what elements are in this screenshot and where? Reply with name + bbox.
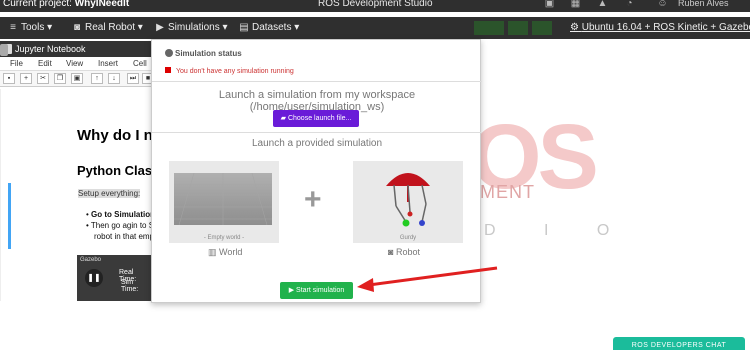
play-icon: ▶ bbox=[156, 22, 164, 33]
save-icon[interactable]: ▣ bbox=[544, 0, 555, 9]
tools-icon: ≡ bbox=[10, 22, 16, 33]
jupyter-menu-edit[interactable]: Edit bbox=[38, 59, 52, 68]
jupyter-toolbar: ▪ + ✂ ❐ ▣ ↑ ↓ ⏭ ■ bbox=[0, 71, 154, 87]
current-project: Current project: WhyINeedIt bbox=[3, 0, 129, 9]
status-indicators bbox=[474, 21, 552, 35]
run-icon[interactable]: ⏭ bbox=[127, 73, 139, 84]
gurdy-robot-image bbox=[386, 173, 430, 227]
ros-developers-chat-button[interactable]: ROS DEVELOPERS CHAT bbox=[613, 337, 745, 350]
robot-icon: ◙ bbox=[388, 247, 394, 257]
pause-icon[interactable]: ❚❚ bbox=[85, 269, 103, 287]
ros-logo-letters: D I O bbox=[484, 222, 632, 239]
gazebo-title: Gazebo bbox=[80, 257, 102, 263]
grid-icon[interactable]: ▦ bbox=[570, 0, 581, 9]
real-robot-menu[interactable]: ◙ Real Robot ▾ bbox=[72, 22, 143, 33]
simulation-status-heading: Simulation status bbox=[165, 49, 242, 58]
school-icon[interactable]: ▲ bbox=[597, 0, 608, 9]
setup-text: Setup everything: bbox=[78, 189, 141, 198]
jupyter-window: Jupyter Notebook File Edit View Insert C… bbox=[0, 41, 161, 301]
jupyter-menu-file[interactable]: File bbox=[10, 59, 23, 68]
clock-icon[interactable]: ◔ bbox=[624, 0, 635, 9]
start-simulation-button[interactable]: ▶ Start simulation bbox=[280, 282, 353, 299]
world-card[interactable]: - Empty world - bbox=[169, 161, 279, 243]
folder-icon: ▰ bbox=[280, 115, 286, 122]
avatar[interactable]: ☺ bbox=[657, 0, 668, 9]
robot-icon: ◙ bbox=[73, 22, 81, 33]
cut-icon[interactable]: ✂ bbox=[37, 73, 49, 84]
jupyter-menu-view[interactable]: View bbox=[66, 59, 83, 68]
sim-time-label: Sim Time: bbox=[121, 279, 139, 293]
play-circle-icon bbox=[165, 49, 173, 57]
empty-world-preview bbox=[174, 172, 272, 226]
datasets-menu[interactable]: ▤ Datasets ▾ bbox=[239, 22, 299, 33]
jupyter-menu-insert[interactable]: Insert bbox=[98, 59, 118, 68]
studio-title: ROS Development Studio bbox=[318, 0, 433, 9]
jupyter-menu-cell[interactable]: Cell bbox=[133, 59, 147, 68]
world-card-caption: - Empty world - bbox=[203, 235, 245, 241]
play-icon: ▶ bbox=[288, 287, 295, 294]
bullet-2-cont: robot in that emp bbox=[94, 232, 155, 241]
divider bbox=[152, 81, 482, 82]
divider bbox=[152, 132, 482, 133]
robot-card[interactable]: Gurdy bbox=[353, 161, 463, 243]
jupyter-menu: File Edit View Insert Cell bbox=[0, 57, 151, 71]
world-label: ▥ World bbox=[208, 247, 243, 257]
choose-launch-file-button[interactable]: ▰ Choose launch file... bbox=[273, 110, 359, 127]
simulation-dropdown-panel: Simulation status You don't have any sim… bbox=[151, 39, 482, 303]
simulations-menu[interactable]: ▶ Simulations ▾ bbox=[155, 22, 227, 33]
robot-label: ◙ Robot bbox=[388, 247, 420, 257]
datasets-icon: ▤ bbox=[239, 22, 249, 33]
save-notebook-icon[interactable]: ▪ bbox=[3, 73, 15, 84]
bullet-1: • Go to Simulation bbox=[86, 210, 156, 219]
stop-square-icon bbox=[165, 67, 171, 73]
paste-icon[interactable]: ▣ bbox=[71, 73, 83, 84]
move-up-icon[interactable]: ↑ bbox=[91, 73, 103, 84]
red-arrow-annotation bbox=[357, 266, 498, 292]
notebook-heading: Why do I ne bbox=[77, 127, 162, 144]
drag-handle[interactable] bbox=[0, 44, 8, 56]
notebook-subheading: Python Class bbox=[77, 163, 160, 178]
project-name: WhyINeedIt bbox=[74, 0, 130, 9]
simulation-status-message: You don't have any simulation running bbox=[165, 67, 294, 75]
gazebo-video[interactable]: Gazebo ❚❚ Real Time: Sim Time: bbox=[77, 255, 152, 301]
ros-version-link[interactable]: ⚙ Ubuntu 16.04 + ROS Kinetic + Gazebo 7 bbox=[570, 22, 750, 33]
menu-bar: ≡ Tools ▾ ◙ Real Robot ▾ ▶ Simulations ▾ ▤ D… bbox=[0, 17, 750, 39]
map-icon: ▥ bbox=[208, 247, 217, 257]
plus-icon: + bbox=[304, 183, 322, 216]
launch-provided-text: Launch a provided simulation bbox=[251, 138, 383, 149]
settings-icon: ⚙ bbox=[570, 22, 579, 33]
bullet-2: • Then go agin to S bbox=[86, 221, 155, 230]
add-cell-icon[interactable]: + bbox=[20, 73, 32, 84]
top-header: Current project: WhyINeedIt ROS Developm… bbox=[0, 0, 750, 12]
project-label: Current project: bbox=[3, 0, 72, 9]
user-name[interactable]: Ruben Alves bbox=[678, 0, 729, 8]
robot-card-caption: Gurdy bbox=[399, 235, 417, 241]
move-down-icon[interactable]: ↓ bbox=[108, 73, 120, 84]
tools-menu[interactable]: ≡ Tools ▾ bbox=[8, 22, 52, 33]
ros-logo-subtext: MENT bbox=[480, 182, 535, 202]
markdown-cell[interactable]: Setup everything: • Go to Simulation • T… bbox=[8, 183, 156, 249]
jupyter-title-bar[interactable]: Jupyter Notebook bbox=[0, 41, 151, 57]
copy-icon[interactable]: ❐ bbox=[54, 73, 66, 84]
